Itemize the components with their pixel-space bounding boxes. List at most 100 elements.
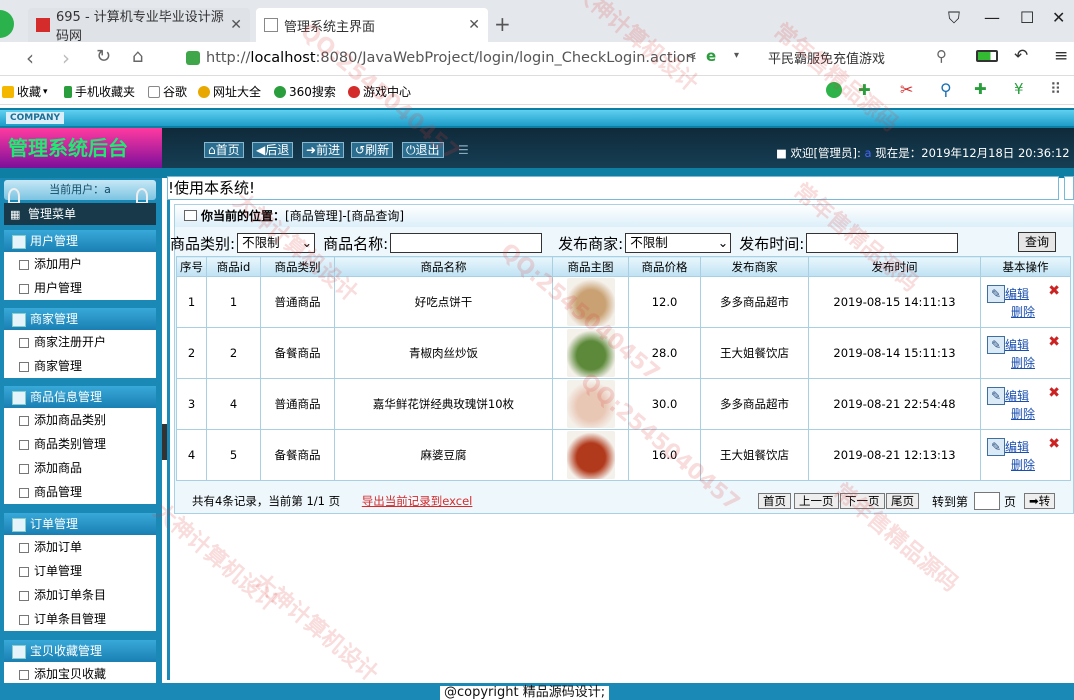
- browser-tab-2[interactable]: 管理系统主界面 ✕: [256, 8, 488, 42]
- home-icon[interactable]: ⌂: [132, 46, 143, 67]
- translate-icon[interactable]: ✚: [858, 81, 871, 99]
- search-icon[interactable]: ⚲: [936, 47, 947, 65]
- delete-icon[interactable]: ✖: [1048, 283, 1060, 299]
- merchant-select[interactable]: 不限制 ⌄: [625, 233, 732, 253]
- close-tab-icon[interactable]: ✕: [230, 17, 242, 33]
- bookmark-google[interactable]: 谷歌: [148, 83, 187, 100]
- col-header: 商品名称: [334, 256, 553, 277]
- window-close-icon[interactable]: ✕: [1052, 8, 1065, 27]
- gamepad-icon[interactable]: ✚: [974, 80, 987, 98]
- delete-icon[interactable]: ✖: [1048, 334, 1060, 350]
- yen-icon[interactable]: ¥: [1014, 80, 1024, 98]
- new-tab-icon[interactable]: +: [494, 12, 511, 36]
- page-number-input[interactable]: [974, 492, 1000, 510]
- category-select[interactable]: 不限制 ⌄: [237, 233, 316, 253]
- edit-link[interactable]: 编辑: [1005, 440, 1029, 454]
- engine-dropdown-icon[interactable]: ▾: [734, 50, 739, 61]
- menu-group-users: 用户管理 添加用户 用户管理: [4, 230, 156, 300]
- bookmark-hao123[interactable]: 网址大全: [198, 83, 261, 100]
- goods-image[interactable]: [566, 278, 615, 326]
- menu-toggle-icon[interactable]: ☰: [458, 143, 469, 157]
- undo-icon[interactable]: ↶: [1014, 46, 1028, 66]
- delete-link[interactable]: 删除: [1011, 356, 1035, 370]
- chat-icon[interactable]: [826, 82, 842, 98]
- nav-home-button[interactable]: ⌂首页: [204, 142, 244, 158]
- menu-item-add-goods[interactable]: 添加商品: [4, 456, 156, 480]
- menu-item-goods-manage[interactable]: 商品管理: [4, 480, 156, 504]
- group-header[interactable]: 商品信息管理: [4, 386, 156, 408]
- group-header[interactable]: 用户管理: [4, 230, 156, 252]
- next-page-button[interactable]: 下一页: [840, 493, 885, 509]
- prev-page-button[interactable]: 上一页: [794, 493, 839, 509]
- go-button[interactable]: ➡转: [1024, 493, 1056, 509]
- cell-name: 青椒肉丝炒饭: [334, 327, 553, 379]
- menu-item-user-manage[interactable]: 用户管理: [4, 276, 156, 300]
- nav-refresh-button[interactable]: ↺刷新: [351, 142, 394, 158]
- goods-image[interactable]: [566, 329, 615, 377]
- group-header[interactable]: 宝贝收藏管理: [4, 640, 156, 662]
- menu-item-merchant-manage[interactable]: 商家管理: [4, 354, 156, 378]
- bookmark-label: 谷歌: [163, 85, 188, 99]
- menu-item-add-favorite[interactable]: 添加宝贝收藏: [4, 662, 156, 683]
- first-page-button[interactable]: 首页: [758, 493, 791, 509]
- bookmark-360search[interactable]: 360搜索: [274, 83, 336, 100]
- goods-image[interactable]: [566, 380, 615, 428]
- back-icon[interactable]: ‹: [26, 46, 34, 70]
- browser-tab-1[interactable]: 695 - 计算机专业毕业设计源码网 ✕: [28, 8, 250, 44]
- table-row: 4 5 备餐商品 麻婆豆腐 16.0 王大姐餐饮店 2019-08-21 12:13:13 ✎…: [176, 429, 1071, 481]
- edit-icon[interactable]: ✎: [987, 335, 1005, 354]
- nav-logout-button[interactable]: ⏻退出: [402, 142, 444, 158]
- menu-item-merchant-register[interactable]: 商家注册开户: [4, 330, 156, 354]
- apps-icon[interactable]: ⠿: [1050, 80, 1061, 98]
- shirt-icon[interactable]: ⛉: [948, 8, 960, 28]
- bookmark-label: 360搜索: [289, 85, 336, 99]
- menu-item-order-item-manage[interactable]: 订单条目管理: [4, 607, 156, 631]
- edit-icon[interactable]: ✎: [987, 386, 1005, 405]
- minimize-icon[interactable]: —: [984, 8, 1000, 27]
- nav-back-button[interactable]: ◀后退: [252, 142, 294, 158]
- category-label: 商品类别:: [170, 234, 236, 253]
- ie-mode-icon[interactable]: e: [706, 47, 716, 65]
- share-icon[interactable]: ⋖: [686, 49, 697, 64]
- search-box[interactable]: 平民霸服免充值游戏: [768, 48, 885, 67]
- edit-icon[interactable]: ✎: [987, 284, 1005, 303]
- menu-item-add-user[interactable]: 添加用户: [4, 252, 156, 276]
- last-page-button[interactable]: 尾页: [886, 493, 919, 509]
- delete-link[interactable]: 删除: [1011, 458, 1035, 472]
- bookmark-mobile[interactable]: 手机收藏夹: [64, 83, 135, 100]
- magnifier-icon[interactable]: ⚲: [940, 80, 952, 99]
- edit-icon[interactable]: ✎: [987, 437, 1005, 456]
- edit-link[interactable]: 编辑: [1005, 287, 1029, 301]
- bookmark-games[interactable]: 游戏中心: [348, 83, 411, 100]
- query-button[interactable]: 查询: [1018, 232, 1056, 252]
- publish-time-input[interactable]: [806, 233, 959, 253]
- battery-icon[interactable]: [976, 50, 998, 62]
- group-header[interactable]: 商家管理: [4, 308, 156, 330]
- cell-name: 麻婆豆腐: [334, 429, 553, 481]
- menu-icon[interactable]: ≡: [1054, 46, 1068, 66]
- goods-name-input[interactable]: [390, 233, 543, 253]
- group-header[interactable]: 订单管理: [4, 513, 156, 535]
- scissors-icon[interactable]: ✂: [900, 80, 913, 99]
- maximize-icon[interactable]: ☐: [1020, 8, 1034, 27]
- nav-forward-button[interactable]: ➜前进: [302, 142, 345, 158]
- breadcrumb-label: 你当前的位置：: [201, 209, 286, 223]
- export-excel-link[interactable]: 导出当前记录到excel: [362, 494, 473, 508]
- reload-icon[interactable]: ↻: [96, 46, 111, 67]
- delete-icon[interactable]: ✖: [1048, 436, 1060, 452]
- edit-link[interactable]: 编辑: [1005, 338, 1029, 352]
- menu-item-add-category[interactable]: 添加商品类别: [4, 408, 156, 432]
- delete-link[interactable]: 删除: [1011, 305, 1035, 319]
- menu-item-add-order-item[interactable]: 添加订单条目: [4, 583, 156, 607]
- edit-link[interactable]: 编辑: [1005, 389, 1029, 403]
- url-bar[interactable]: http://localhost:8080/JavaWebProject/log…: [186, 46, 695, 70]
- goods-image[interactable]: [566, 431, 615, 479]
- bookmark-favorites[interactable]: 收藏 ▾: [2, 83, 48, 100]
- delete-icon[interactable]: ✖: [1048, 385, 1060, 401]
- close-tab-icon[interactable]: ✕: [468, 17, 480, 33]
- delete-link[interactable]: 删除: [1011, 407, 1035, 421]
- forward-icon[interactable]: ›: [62, 46, 70, 70]
- menu-item-order-manage[interactable]: 订单管理: [4, 559, 156, 583]
- menu-item-add-order[interactable]: 添加订单: [4, 535, 156, 559]
- menu-item-category-manage[interactable]: 商品类别管理: [4, 432, 156, 456]
